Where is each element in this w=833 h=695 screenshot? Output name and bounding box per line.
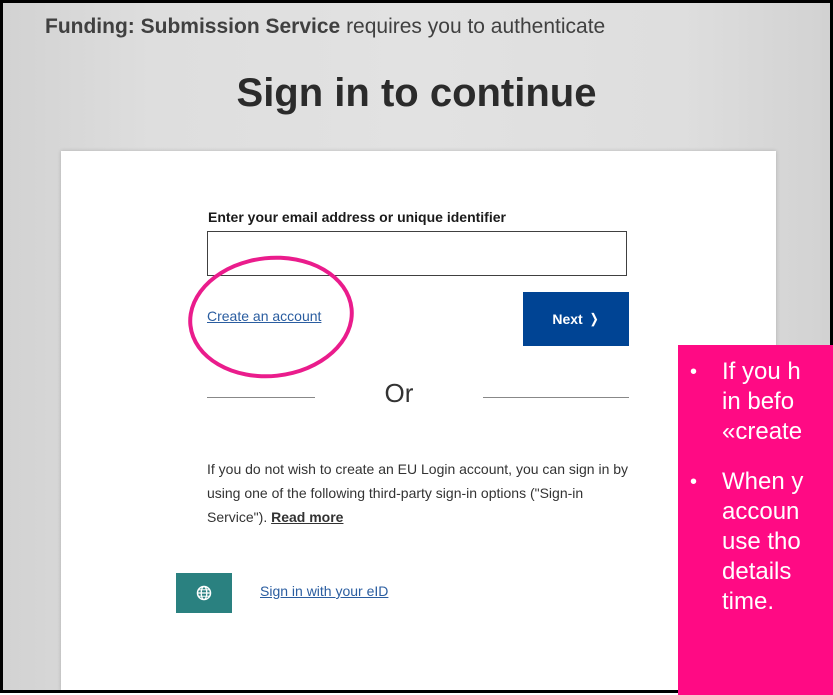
auth-requirement-text: requires you to authenticate: [346, 15, 606, 38]
chevron-right-icon: ❭: [588, 311, 600, 326]
service-name: Funding: Submission Service: [45, 15, 341, 38]
or-divider-label: Or: [384, 378, 414, 408]
callout-item: • If you h in befo «create: [678, 357, 833, 447]
eid-button[interactable]: [176, 573, 232, 613]
callout-item: • When y accoun use tho details time.: [678, 467, 833, 617]
bullet-icon: •: [690, 361, 698, 383]
next-button[interactable]: Next ❭: [523, 292, 629, 346]
eid-signin-link[interactable]: Sign in with your eID: [260, 583, 388, 599]
callout-item-text: When y accoun use tho details time.: [722, 468, 804, 615]
login-card: Enter your email address or unique ident…: [61, 151, 776, 690]
page-title: Sign in to continue: [236, 71, 597, 115]
next-button-label: Next: [552, 311, 583, 327]
globe-icon: [196, 585, 212, 601]
instruction-callout: • If you h in befo «create • When y accoun…: [678, 345, 833, 695]
bullet-icon: •: [690, 471, 698, 493]
divider-right: [483, 397, 629, 398]
divider-left: [207, 397, 315, 398]
callout-list: • If you h in befo «create • When y accoun…: [678, 357, 833, 617]
auth-requirement-header: Funding: Submission Service requires you…: [45, 15, 605, 39]
callout-item-text: If you h in befo «create: [722, 358, 803, 445]
email-label: Enter your email address or unique ident…: [208, 209, 506, 225]
read-more-link[interactable]: Read more: [271, 509, 343, 525]
third-party-description: If you do not wish to create an EU Login…: [207, 457, 635, 529]
